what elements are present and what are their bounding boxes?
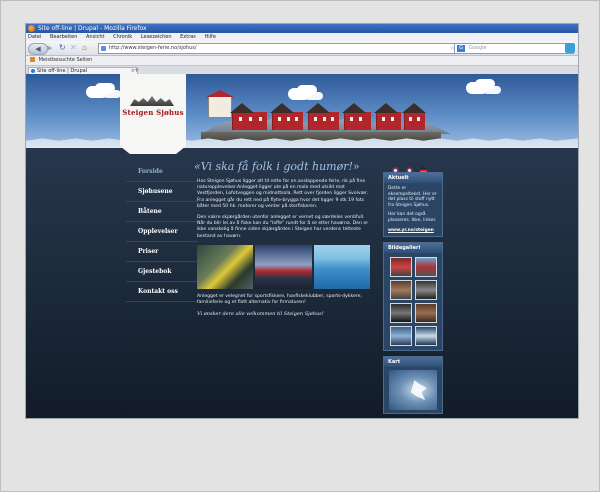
- right-sidebar: Aktuelt Dette er eksempeltekst. Her er d…: [383, 172, 443, 418]
- gallery-thumb[interactable]: [390, 257, 412, 278]
- url-field[interactable]: http://www.steigen-ferie.no/sjohus/ ☆: [98, 43, 458, 54]
- photo-strip: [197, 244, 370, 289]
- gallery-title: Bildegalleri: [384, 243, 442, 254]
- cloud-image: [288, 88, 310, 100]
- title-bar: Site off-line | Drupal - Mozilla Firefox: [26, 24, 578, 33]
- new-tab-icon[interactable]: +: [134, 67, 139, 74]
- main-navigation: Forside Sjøhusene Båtene Opplevelser Pri…: [126, 162, 198, 302]
- browser-window: Site off-line | Drupal - Mozilla Firefox…: [25, 23, 579, 419]
- menu-extras[interactable]: Extras: [180, 34, 196, 40]
- menu-bar: Datei Bearbeiten Ansicht Chronik Lesezei…: [26, 33, 578, 41]
- menu-lesezeichen[interactable]: Lesezeichen: [141, 34, 172, 40]
- menu-ansicht[interactable]: Ansicht: [86, 34, 104, 40]
- nav-batene[interactable]: Båtene: [126, 202, 198, 222]
- houses-photo[interactable]: [255, 244, 312, 289]
- sea-house: [230, 103, 267, 130]
- intro-paragraph: Hos Steigen Sjøhus ligger alt til rette …: [197, 179, 369, 209]
- boat-photo[interactable]: [313, 244, 370, 289]
- search-engine-icon[interactable]: G: [457, 45, 465, 52]
- web-page: Steigen Sjøhus Forside Sjøhusene Båtene …: [26, 74, 578, 418]
- search-field[interactable]: G Google ⌕: [454, 43, 574, 54]
- yr-link[interactable]: www.yr.no/steigen: [388, 228, 438, 234]
- bookmark-folder-icon: [30, 57, 35, 62]
- map-block: Kart: [383, 356, 443, 415]
- main-content: «Vi ska få folk i godt humør!» Hos Steig…: [194, 160, 370, 317]
- logo-text: Steigen Sjøhus: [122, 108, 184, 117]
- window-title: Site off-line | Drupal - Mozilla Firefox: [38, 25, 147, 32]
- gallery-thumb[interactable]: [415, 280, 437, 301]
- nav-kontakt[interactable]: Kontakt oss: [126, 282, 198, 302]
- site-logo[interactable]: Steigen Sjøhus: [120, 74, 186, 154]
- reload-icon[interactable]: ↻: [59, 43, 68, 53]
- menu-bearbeiten[interactable]: Bearbeiten: [50, 34, 77, 40]
- tab-favicon-icon: [31, 69, 35, 73]
- sea-house: [342, 103, 371, 130]
- nav-priser[interactable]: Priser: [126, 242, 198, 262]
- sea-house: [374, 103, 401, 130]
- forward-button[interactable]: ▶: [47, 43, 57, 53]
- site-favicon-icon: [101, 46, 106, 51]
- welcome-text: Vi ønsker dere alle velkommen til Steige…: [197, 311, 324, 318]
- nav-sjohusene[interactable]: Sjøhusene: [126, 182, 198, 202]
- gallery-thumb[interactable]: [415, 326, 437, 347]
- menu-chronik[interactable]: Chronik: [113, 34, 132, 40]
- fisherman-photo[interactable]: [197, 244, 254, 289]
- navigation-toolbar: ◀ ▶ ↻ ✕ ⌂ http://www.steigen-ferie.no/sj…: [26, 41, 578, 56]
- sea-house: [306, 103, 339, 130]
- nav-forside[interactable]: Forside: [126, 162, 198, 182]
- search-placeholder: Google: [469, 45, 487, 51]
- gallery-thumb[interactable]: [390, 280, 412, 301]
- logo-houses-image: [130, 96, 174, 106]
- bookmark-most-visited[interactable]: Meistbesuchte Seiten: [39, 57, 93, 63]
- nav-gjestebok[interactable]: Gjestebok: [126, 262, 198, 282]
- firefox-icon: [28, 25, 35, 32]
- lighthouse-building: [206, 90, 234, 118]
- gallery-thumb[interactable]: [415, 303, 437, 324]
- nav-opplevelser[interactable]: Opplevelser: [126, 222, 198, 242]
- gallery-thumb[interactable]: [415, 257, 437, 278]
- home-icon[interactable]: ⌂: [82, 43, 91, 53]
- archipelago-paragraph: Den vakre skjærgården utenfor anlegget e…: [197, 215, 369, 239]
- sea-house: [402, 103, 426, 130]
- menu-datei[interactable]: Datei: [28, 34, 41, 40]
- url-text: http://www.steigen-ferie.no/sjohus/: [109, 45, 197, 51]
- news-text: Dette er eksempeltekst. Her er det plass…: [388, 186, 437, 208]
- gallery-thumb[interactable]: [390, 326, 412, 347]
- sea-house: [270, 103, 303, 130]
- bookmarks-toolbar: Meistbesuchte Seiten: [26, 56, 578, 66]
- news-text-2: Her kan det også plasseres. Ikke, linker…: [388, 212, 437, 223]
- map-image[interactable]: [389, 370, 437, 411]
- news-block: Aktuelt Dette er eksempeltekst. Her er d…: [383, 172, 443, 238]
- slogan-heading: «Vi ska få folk i godt humør!»: [194, 160, 360, 173]
- map-title: Kart: [384, 357, 442, 368]
- cloud-image: [466, 82, 488, 94]
- screenshot-frame: Site off-line | Drupal - Mozilla Firefox…: [0, 0, 600, 492]
- gallery-block: Bildegalleri: [383, 242, 443, 352]
- back-button[interactable]: ◀: [28, 43, 48, 55]
- news-title: Aktuelt: [384, 173, 442, 183]
- menu-hilfe[interactable]: Hilfe: [205, 34, 216, 40]
- cloud-image: [86, 86, 108, 98]
- addon-icon[interactable]: [565, 43, 575, 53]
- audience-paragraph: Anlegget er velegnet for sportsfiskere, …: [197, 293, 362, 306]
- header-banner: [26, 74, 578, 148]
- stop-icon[interactable]: ✕: [70, 43, 79, 53]
- gallery-thumb[interactable]: [390, 303, 412, 324]
